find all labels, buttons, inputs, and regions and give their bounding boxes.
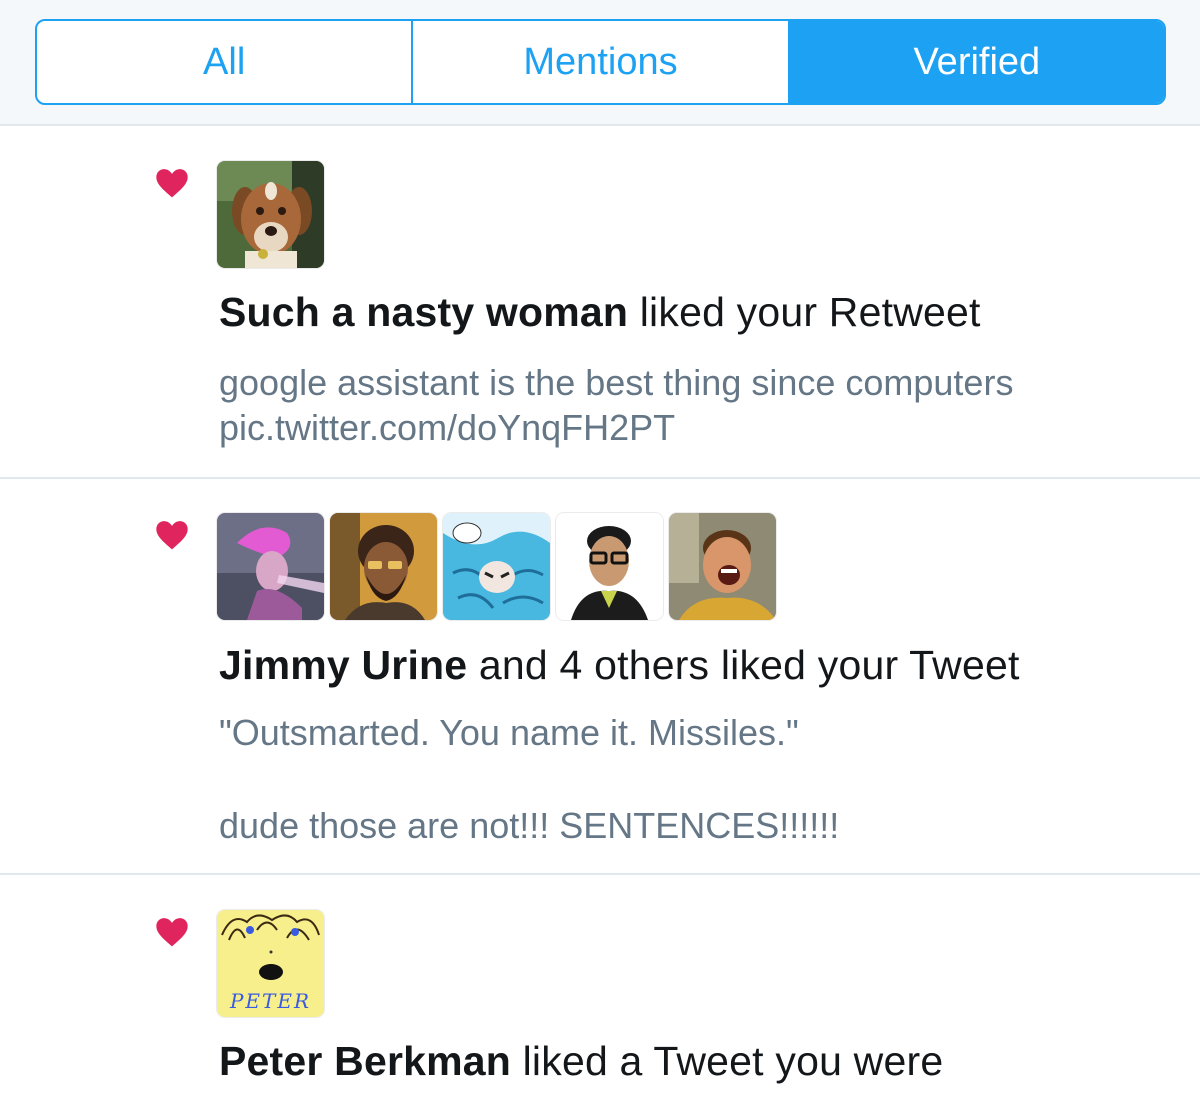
avatar-peter-drawing[interactable]: PETER [217, 910, 324, 1017]
actor-name[interactable]: Peter Berkman [219, 1038, 511, 1084]
tab-verified[interactable]: Verified [787, 21, 1164, 103]
actor-name[interactable]: Such a nasty woman [219, 289, 628, 335]
avatar-bearded-man[interactable] [330, 513, 437, 620]
notification-headline: Such a nasty woman liked your Retweet [219, 289, 981, 336]
action-text: liked a Tweet you were [511, 1038, 944, 1084]
snippet-link: pic.twitter.com/doYnqFH2PT [219, 407, 676, 448]
avatar-dog[interactable] [217, 161, 324, 268]
notification-headline: Peter Berkman liked a Tweet you were [219, 1038, 943, 1085]
avatar-caption: PETER [229, 989, 312, 1013]
avatar-pink-hair[interactable] [217, 513, 324, 620]
tab-bar: All Mentions Verified [0, 0, 1200, 126]
snippet-line: dude those are not!!! SENTENCES!!!!!! [219, 805, 840, 846]
tweet-snippet[interactable]: "Outsmarted. You name it. Missiles." dud… [219, 710, 839, 848]
action-text: and 4 others liked your Tweet [467, 642, 1020, 688]
heart-icon [155, 168, 189, 198]
avatar-shouting-captain[interactable] [669, 513, 776, 620]
tweet-snippet[interactable]: google assistant is the best thing since… [219, 360, 1013, 450]
avatar-comic-girl[interactable] [443, 513, 550, 620]
notification-item[interactable]: Jimmy Urine and 4 others liked your Twee… [0, 479, 1200, 873]
action-text: liked your Retweet [628, 289, 981, 335]
notification-item[interactable]: Such a nasty woman liked your Retweet go… [0, 128, 1200, 476]
snippet-line: "Outsmarted. You name it. Missiles." [219, 712, 799, 753]
heart-icon [155, 917, 189, 947]
segmented-control: All Mentions Verified [35, 19, 1166, 105]
actor-name[interactable]: Jimmy Urine [219, 642, 467, 688]
notification-headline: Jimmy Urine and 4 others liked your Twee… [219, 642, 1020, 689]
snippet-line: google assistant is the best thing since… [219, 362, 1014, 403]
tab-mentions[interactable]: Mentions [411, 21, 787, 103]
heart-icon [155, 520, 189, 550]
avatar-glasses-man[interactable] [556, 513, 663, 620]
tab-all[interactable]: All [37, 21, 411, 103]
notification-item[interactable]: PETER Peter Berkman liked a Tweet you we… [0, 875, 1200, 1097]
